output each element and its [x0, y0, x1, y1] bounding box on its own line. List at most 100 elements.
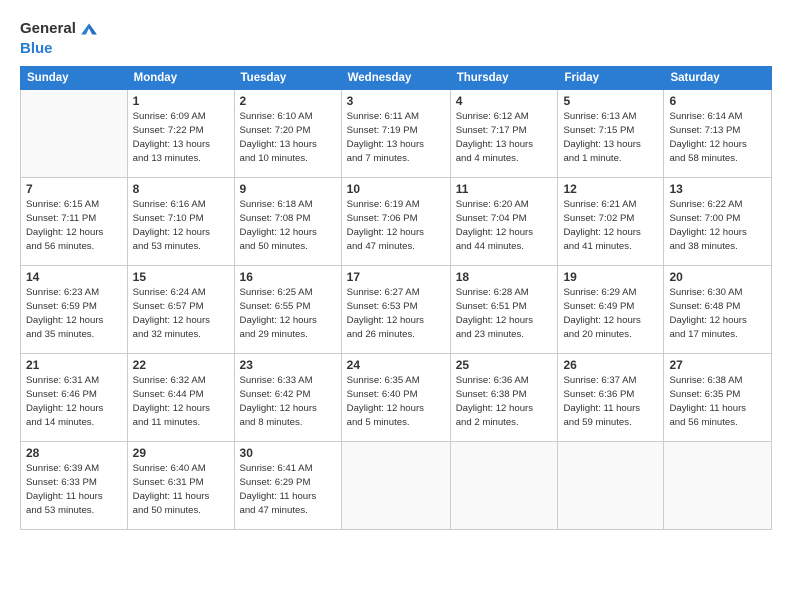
- day-info: Sunrise: 6:11 AMSunset: 7:19 PMDaylight:…: [347, 110, 445, 166]
- day-number: 5: [563, 94, 658, 108]
- day-info: Sunrise: 6:13 AMSunset: 7:15 PMDaylight:…: [563, 110, 658, 166]
- day-number: 3: [347, 94, 445, 108]
- calendar-cell: 15 Sunrise: 6:24 AMSunset: 6:57 PMDayligh…: [127, 266, 234, 354]
- logo: General Blue: [20, 18, 100, 58]
- calendar-cell: [664, 442, 772, 530]
- week-row-4: 21 Sunrise: 6:31 AMSunset: 6:46 PMDayligh…: [21, 354, 772, 442]
- weekday-header-wednesday: Wednesday: [341, 67, 450, 90]
- day-number: 16: [240, 270, 336, 284]
- day-number: 28: [26, 446, 122, 460]
- calendar-cell: 16 Sunrise: 6:25 AMSunset: 6:55 PMDayligh…: [234, 266, 341, 354]
- calendar-cell: 19Sunrise: 6:29 AMSunset: 6:49 PMDayligh…: [558, 266, 664, 354]
- calendar-cell: 7 Sunrise: 6:15 AMSunset: 7:11 PMDaylight…: [21, 178, 128, 266]
- logo-text-general: General: [20, 20, 76, 38]
- calendar-cell: 20 Sunrise: 6:30 AMSunset: 6:48 PMDayligh…: [664, 266, 772, 354]
- calendar-cell: 13 Sunrise: 6:22 AMSunset: 7:00 PMDayligh…: [664, 178, 772, 266]
- day-info: Sunrise: 6:24 AMSunset: 6:57 PMDaylight:…: [133, 286, 229, 342]
- header: General Blue: [20, 18, 772, 58]
- day-info: Sunrise: 6:32 AMSunset: 6:44 PMDaylight:…: [133, 374, 229, 430]
- day-number: 23: [240, 358, 336, 372]
- logo-icon: [78, 18, 100, 40]
- calendar-cell: 8 Sunrise: 6:16 AMSunset: 7:10 PMDaylight…: [127, 178, 234, 266]
- day-number: 10: [347, 182, 445, 196]
- calendar-table: SundayMondayTuesdayWednesdayThursdayFrid…: [20, 66, 772, 530]
- calendar-cell: 2 Sunrise: 6:10 AMSunset: 7:20 PMDaylight…: [234, 90, 341, 178]
- day-info: Sunrise: 6:38 AMSunset: 6:35 PMDaylight:…: [669, 374, 766, 430]
- day-info: Sunrise: 6:21 AMSunset: 7:02 PMDaylight:…: [563, 198, 658, 254]
- day-info: Sunrise: 6:19 AMSunset: 7:06 PMDaylight:…: [347, 198, 445, 254]
- day-number: 22: [133, 358, 229, 372]
- week-row-2: 7 Sunrise: 6:15 AMSunset: 7:11 PMDaylight…: [21, 178, 772, 266]
- weekday-header-sunday: Sunday: [21, 67, 128, 90]
- day-info: Sunrise: 6:23 AMSunset: 6:59 PMDaylight:…: [26, 286, 122, 342]
- calendar-cell: 24Sunrise: 6:35 AMSunset: 6:40 PMDayligh…: [341, 354, 450, 442]
- day-number: 6: [669, 94, 766, 108]
- day-number: 21: [26, 358, 122, 372]
- calendar-cell: 11Sunrise: 6:20 AMSunset: 7:04 PMDayligh…: [450, 178, 558, 266]
- day-number: 15: [133, 270, 229, 284]
- calendar-cell: 3 Sunrise: 6:11 AMSunset: 7:19 PMDaylight…: [341, 90, 450, 178]
- day-info: Sunrise: 6:25 AMSunset: 6:55 PMDaylight:…: [240, 286, 336, 342]
- calendar-cell: 1 Sunrise: 6:09 AMSunset: 7:22 PMDaylight…: [127, 90, 234, 178]
- calendar-cell: 10 Sunrise: 6:19 AMSunset: 7:06 PMDayligh…: [341, 178, 450, 266]
- day-number: 25: [456, 358, 553, 372]
- day-info: Sunrise: 6:12 AMSunset: 7:17 PMDaylight:…: [456, 110, 553, 166]
- day-info: Sunrise: 6:33 AMSunset: 6:42 PMDaylight:…: [240, 374, 336, 430]
- calendar-cell: 6 Sunrise: 6:14 AMSunset: 7:13 PMDaylight…: [664, 90, 772, 178]
- day-info: Sunrise: 6:10 AMSunset: 7:20 PMDaylight:…: [240, 110, 336, 166]
- calendar-cell: 27 Sunrise: 6:38 AMSunset: 6:35 PMDayligh…: [664, 354, 772, 442]
- day-info: Sunrise: 6:27 AMSunset: 6:53 PMDaylight:…: [347, 286, 445, 342]
- day-info: Sunrise: 6:22 AMSunset: 7:00 PMDaylight:…: [669, 198, 766, 254]
- weekday-header-thursday: Thursday: [450, 67, 558, 90]
- day-number: 7: [26, 182, 122, 196]
- day-number: 18: [456, 270, 553, 284]
- day-number: 2: [240, 94, 336, 108]
- day-number: 14: [26, 270, 122, 284]
- weekday-header-tuesday: Tuesday: [234, 67, 341, 90]
- day-number: 8: [133, 182, 229, 196]
- calendar-cell: 14 Sunrise: 6:23 AMSunset: 6:59 PMDayligh…: [21, 266, 128, 354]
- day-number: 4: [456, 94, 553, 108]
- calendar-cell: 25 Sunrise: 6:36 AMSunset: 6:38 PMDayligh…: [450, 354, 558, 442]
- day-info: Sunrise: 6:39 AMSunset: 6:33 PMDaylight:…: [26, 462, 122, 518]
- week-row-3: 14 Sunrise: 6:23 AMSunset: 6:59 PMDayligh…: [21, 266, 772, 354]
- weekday-header-friday: Friday: [558, 67, 664, 90]
- calendar-cell: [558, 442, 664, 530]
- day-info: Sunrise: 6:30 AMSunset: 6:48 PMDaylight:…: [669, 286, 766, 342]
- calendar-cell: 12 Sunrise: 6:21 AMSunset: 7:02 PMDayligh…: [558, 178, 664, 266]
- week-row-1: 1 Sunrise: 6:09 AMSunset: 7:22 PMDaylight…: [21, 90, 772, 178]
- day-number: 13: [669, 182, 766, 196]
- calendar-cell: 18 Sunrise: 6:28 AMSunset: 6:51 PMDayligh…: [450, 266, 558, 354]
- calendar-cell: 9Sunrise: 6:18 AMSunset: 7:08 PMDaylight…: [234, 178, 341, 266]
- day-info: Sunrise: 6:28 AMSunset: 6:51 PMDaylight:…: [456, 286, 553, 342]
- calendar-cell: 22 Sunrise: 6:32 AMSunset: 6:44 PMDayligh…: [127, 354, 234, 442]
- weekday-header-saturday: Saturday: [664, 67, 772, 90]
- calendar-cell: 23 Sunrise: 6:33 AMSunset: 6:42 PMDayligh…: [234, 354, 341, 442]
- calendar-cell: 28 Sunrise: 6:39 AMSunset: 6:33 PMDayligh…: [21, 442, 128, 530]
- day-number: 9: [240, 182, 336, 196]
- day-info: Sunrise: 6:41 AMSunset: 6:29 PMDaylight:…: [240, 462, 336, 518]
- calendar-cell: [341, 442, 450, 530]
- day-info: Sunrise: 6:09 AMSunset: 7:22 PMDaylight:…: [133, 110, 229, 166]
- day-info: Sunrise: 6:14 AMSunset: 7:13 PMDaylight:…: [669, 110, 766, 166]
- day-info: Sunrise: 6:40 AMSunset: 6:31 PMDaylight:…: [133, 462, 229, 518]
- day-info: Sunrise: 6:15 AMSunset: 7:11 PMDaylight:…: [26, 198, 122, 254]
- day-number: 1: [133, 94, 229, 108]
- day-number: 19: [563, 270, 658, 284]
- day-number: 20: [669, 270, 766, 284]
- day-number: 12: [563, 182, 658, 196]
- day-info: Sunrise: 6:36 AMSunset: 6:38 PMDaylight:…: [456, 374, 553, 430]
- day-info: Sunrise: 6:16 AMSunset: 7:10 PMDaylight:…: [133, 198, 229, 254]
- day-number: 24: [347, 358, 445, 372]
- weekday-header-monday: Monday: [127, 67, 234, 90]
- day-info: Sunrise: 6:20 AMSunset: 7:04 PMDaylight:…: [456, 198, 553, 254]
- day-number: 27: [669, 358, 766, 372]
- day-info: Sunrise: 6:31 AMSunset: 6:46 PMDaylight:…: [26, 374, 122, 430]
- day-number: 29: [133, 446, 229, 460]
- calendar-cell: 5 Sunrise: 6:13 AMSunset: 7:15 PMDaylight…: [558, 90, 664, 178]
- page: General Blue SundayMondayTuesdayWednesda…: [0, 0, 792, 612]
- calendar-cell: 29 Sunrise: 6:40 AMSunset: 6:31 PMDayligh…: [127, 442, 234, 530]
- weekday-header-row: SundayMondayTuesdayWednesdayThursdayFrid…: [21, 67, 772, 90]
- day-info: Sunrise: 6:37 AMSunset: 6:36 PMDaylight:…: [563, 374, 658, 430]
- logo-text-blue: Blue: [20, 40, 53, 57]
